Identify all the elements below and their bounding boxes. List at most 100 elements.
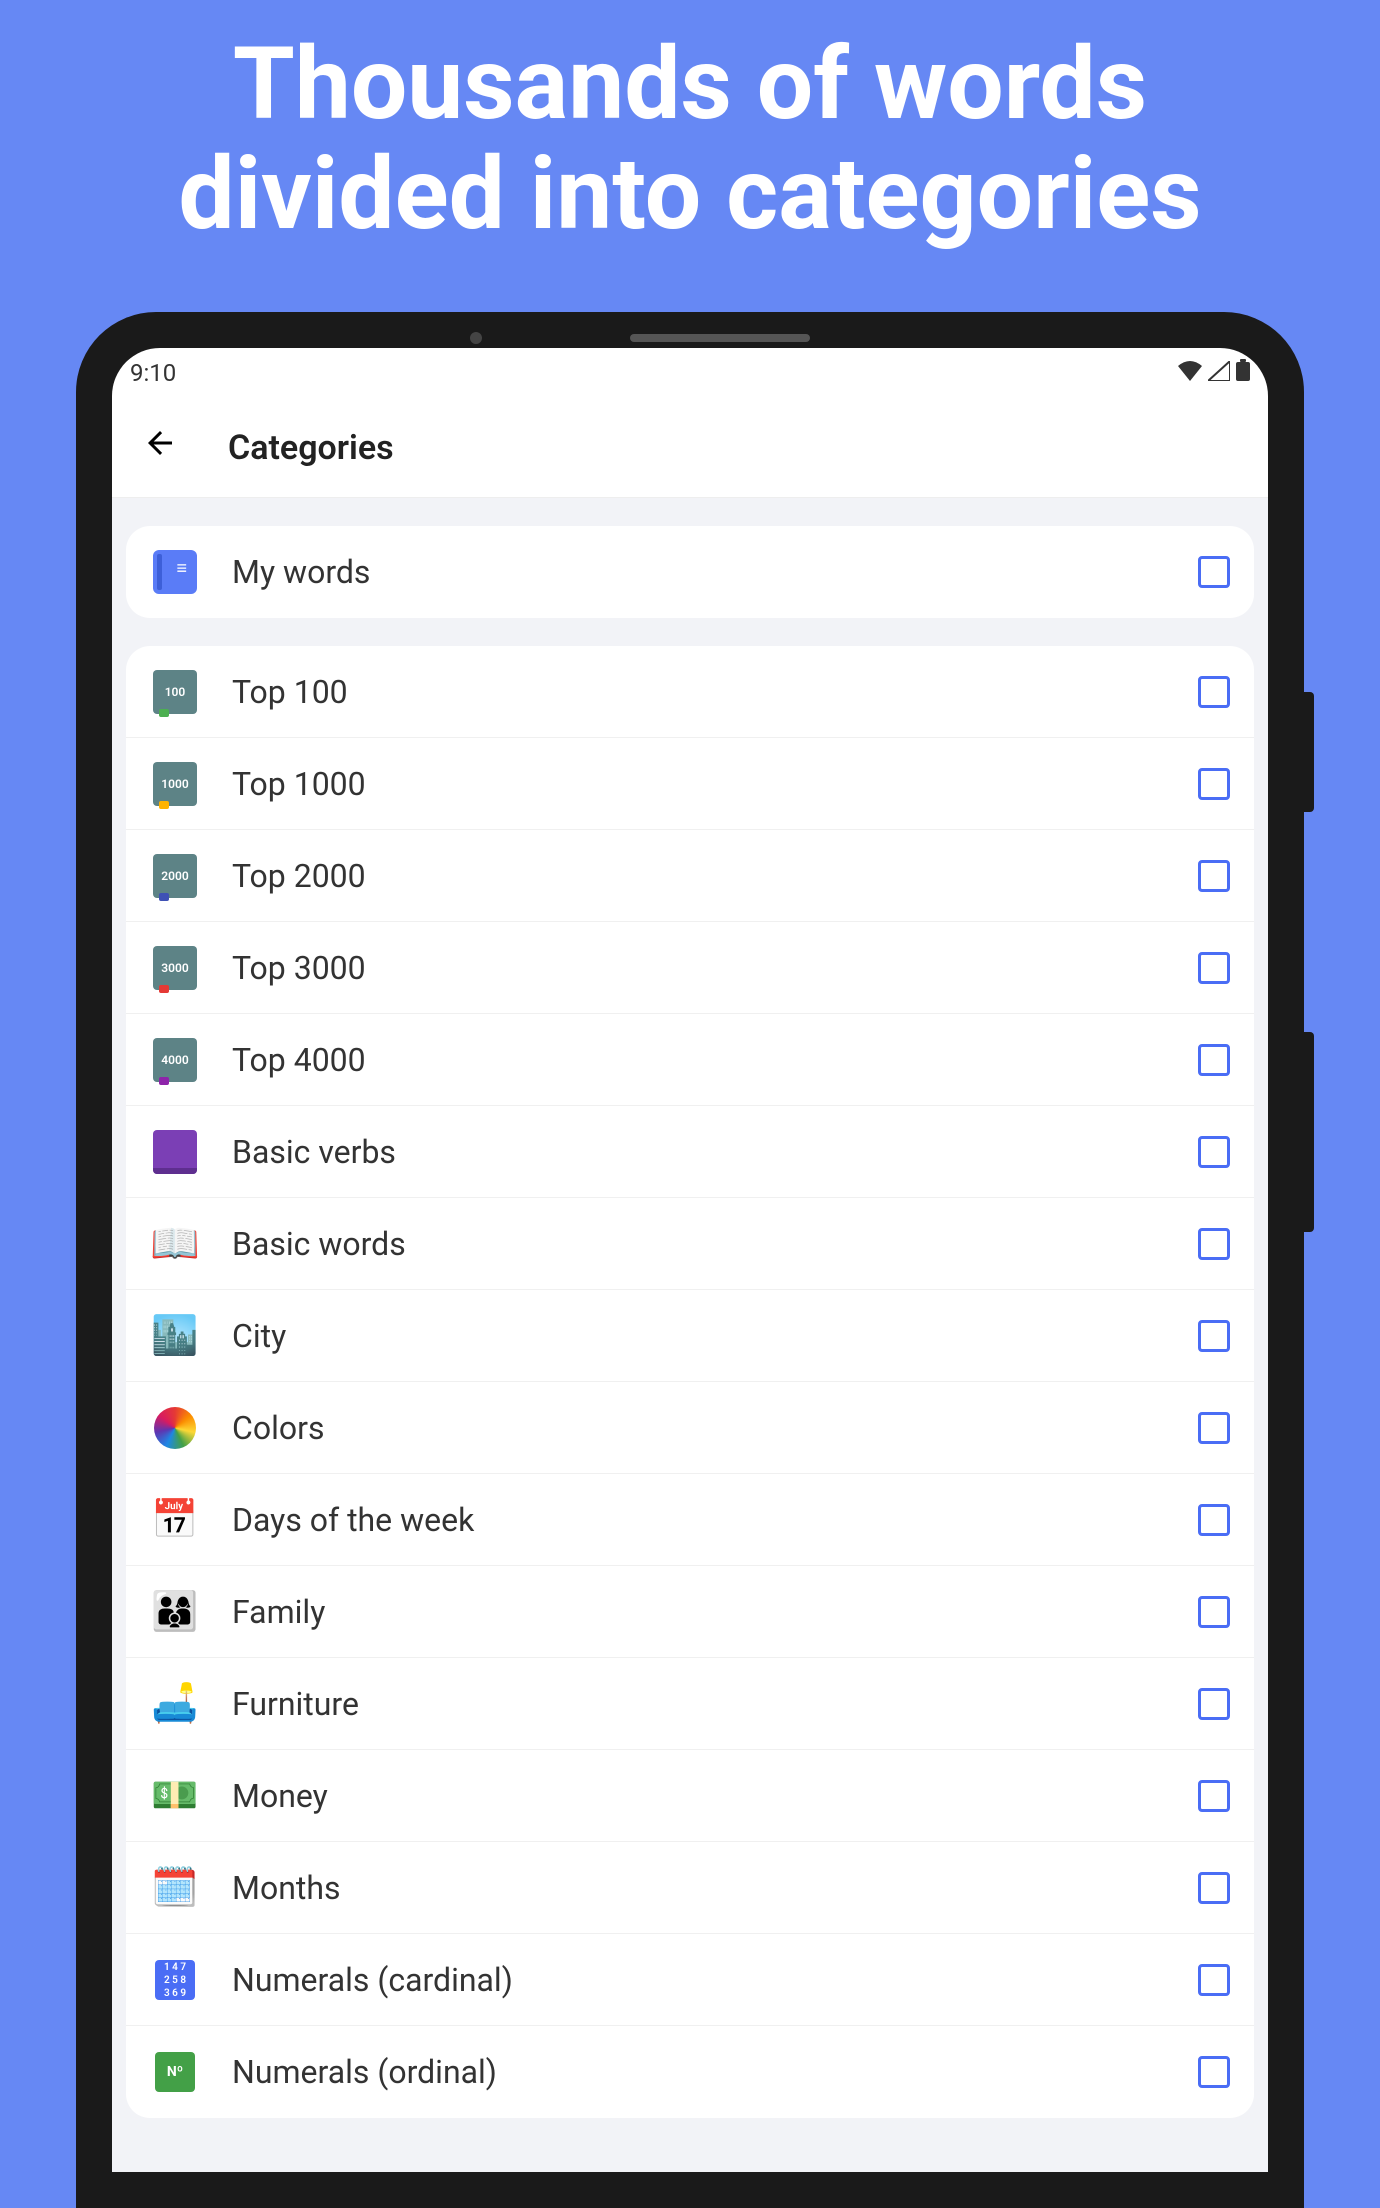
checkbox[interactable] [1198, 1872, 1230, 1904]
category-row[interactable]: 💵 Money [126, 1750, 1254, 1842]
category-label: Months [232, 1869, 1198, 1907]
category-icon: 📖 [150, 1219, 200, 1269]
category-label: My words [232, 553, 1198, 591]
category-label: Basic verbs [232, 1133, 1198, 1171]
category-icon: 👨‍👩‍👦 [150, 1587, 200, 1637]
checkbox[interactable] [1198, 1964, 1230, 1996]
category-row-my-words[interactable]: My words [126, 526, 1254, 618]
category-row[interactable]: 👨‍👩‍👦 Family [126, 1566, 1254, 1658]
category-label: Top 3000 [232, 949, 1198, 987]
calendar-icon: 📅 [151, 1498, 198, 1542]
category-row[interactable]: 📅Days of the week [126, 1474, 1254, 1566]
category-row[interactable]: 2000 Top 2000 [126, 830, 1254, 922]
category-icon: 4000 [150, 1035, 200, 1085]
phone-side-button [1304, 692, 1314, 812]
promo-headline: Thousands of words divided into categori… [0, 0, 1380, 270]
family-icon: 👨‍👩‍👦 [151, 1590, 198, 1634]
category-icon: 🗓️ [150, 1863, 200, 1913]
checkbox[interactable] [1198, 1320, 1230, 1352]
category-row[interactable]: 100 Top 100 [126, 646, 1254, 738]
open-book-icon: 📖 [150, 1220, 200, 1267]
category-label: Numerals (ordinal) [232, 2053, 1198, 2091]
cellular-icon [1208, 359, 1230, 387]
content: My words 100 Top 100 1000 Top 1000 2000 Top 2… [112, 498, 1268, 2172]
category-icon: 🏙️ [150, 1311, 200, 1361]
numerals-icon: Nº [155, 2052, 195, 2092]
app-bar: Categories [112, 398, 1268, 498]
category-label: Top 2000 [232, 857, 1198, 895]
checkbox[interactable] [1198, 1688, 1230, 1720]
status-icons [1178, 359, 1250, 387]
book-icon: 1000 [153, 762, 197, 806]
checkbox[interactable] [1198, 1136, 1230, 1168]
category-label: Top 100 [232, 673, 1198, 711]
checkbox[interactable] [1198, 1412, 1230, 1444]
category-label: Top 4000 [232, 1041, 1198, 1079]
book-icon: 100 [153, 670, 197, 714]
status-bar: 9:10 [112, 348, 1268, 398]
phone-frame: 9:10 Categories [76, 312, 1304, 2208]
category-icon: 1000 [150, 759, 200, 809]
wifi-icon [1178, 359, 1202, 387]
category-icon: 📅 [150, 1495, 200, 1545]
checkbox[interactable] [1198, 556, 1230, 588]
category-icon: Nº [150, 2047, 200, 2097]
category-icon: 3000 [150, 943, 200, 993]
page-title: Categories [228, 428, 394, 468]
furniture-icon: 🛋️ [151, 1682, 198, 1726]
checkbox[interactable] [1198, 2056, 1230, 2088]
checkbox[interactable] [1198, 1228, 1230, 1260]
category-label: Colors [232, 1409, 1198, 1447]
category-label: Basic words [232, 1225, 1198, 1263]
screen: 9:10 Categories [112, 348, 1268, 2172]
book-icon: 3000 [153, 946, 197, 990]
category-label: Family [232, 1593, 1198, 1631]
phone-camera [470, 332, 482, 344]
battery-icon [1236, 359, 1250, 387]
category-label: City [232, 1317, 1198, 1355]
checkbox[interactable] [1198, 676, 1230, 708]
category-row[interactable]: 📖 Basic words [126, 1198, 1254, 1290]
checkbox[interactable] [1198, 1596, 1230, 1628]
checkbox[interactable] [1198, 1044, 1230, 1076]
back-button[interactable] [142, 424, 178, 471]
phone-speaker [630, 334, 810, 342]
promo-line-1: Thousands of words [0, 30, 1380, 140]
category-label: Top 1000 [232, 765, 1198, 803]
category-row[interactable]: 🛋️ Furniture [126, 1658, 1254, 1750]
category-row[interactable]: 🗓️ Months [126, 1842, 1254, 1934]
category-icon [150, 1127, 200, 1177]
status-time: 9:10 [130, 359, 176, 387]
checkbox[interactable] [1198, 1780, 1230, 1812]
category-label: Furniture [232, 1685, 1198, 1723]
category-icon: 2000 [150, 851, 200, 901]
category-label: Numerals (cardinal) [232, 1961, 1198, 1999]
category-row[interactable]: 4000 Top 4000 [126, 1014, 1254, 1106]
book-icon: 2000 [153, 854, 197, 898]
categories-card: 100 Top 100 1000 Top 1000 2000 Top 2000 3000 To… [126, 646, 1254, 2118]
category-icon [150, 1403, 200, 1453]
category-row[interactable]: 🏙️ City [126, 1290, 1254, 1382]
category-icon: 🛋️ [150, 1679, 200, 1729]
category-row[interactable]: Basic verbs [126, 1106, 1254, 1198]
category-row[interactable]: 1 4 72 5 83 6 9 Numerals (cardinal) [126, 1934, 1254, 2026]
checkbox[interactable] [1198, 1504, 1230, 1536]
category-icon: 1 4 72 5 83 6 9 [150, 1955, 200, 2005]
category-icon: 💵 [150, 1771, 200, 1821]
category-row[interactable]: Colors [126, 1382, 1254, 1474]
money-icon: 💵 [151, 1774, 198, 1818]
category-label: Money [232, 1777, 1198, 1815]
category-row[interactable]: 1000 Top 1000 [126, 738, 1254, 830]
checkbox[interactable] [1198, 860, 1230, 892]
phone-side-button [1304, 1032, 1314, 1232]
color-wheel-icon [154, 1407, 196, 1449]
numerals-icon: 1 4 72 5 83 6 9 [155, 1960, 195, 2000]
checkbox[interactable] [1198, 768, 1230, 800]
category-icon: 100 [150, 667, 200, 717]
category-row[interactable]: Nº Numerals (ordinal) [126, 2026, 1254, 2118]
city-icon: 🏙️ [151, 1314, 198, 1358]
checkbox[interactable] [1198, 952, 1230, 984]
book-icon: 4000 [153, 1038, 197, 1082]
promo-line-2: divided into categories [0, 140, 1380, 250]
category-row[interactable]: 3000 Top 3000 [126, 922, 1254, 1014]
